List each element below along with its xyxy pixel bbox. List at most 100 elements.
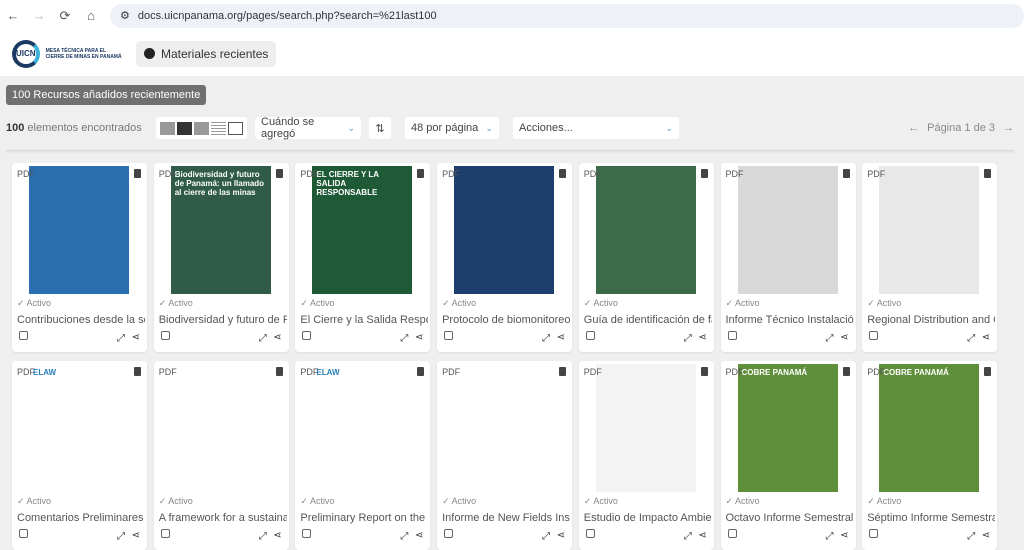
next-page-icon[interactable]: → [1003,122,1014,134]
map-view-icon[interactable] [228,121,243,135]
share-icon[interactable]: ⋖ [840,332,848,343]
resource-title[interactable]: Séptimo Informe Semestral [867,512,995,524]
small-thumbs-view-icon[interactable] [194,121,209,135]
resource-title[interactable]: El Cierre y la Salida Responsable [300,314,428,326]
resource-title[interactable]: A framework for a sustainable [159,512,287,524]
site-settings-icon[interactable]: ⚙ [120,9,130,22]
resource-thumbnail[interactable]: EL CIERRE Y LA SALIDA RESPONSABLE [312,166,413,294]
resource-card[interactable]: COBRE PANAMÁ PDF ✓ Activo Séptimo Inform… [862,361,998,550]
resource-card[interactable]: Biodiversidad y futuro de Panamá: un lla… [153,163,289,352]
resource-thumbnail[interactable]: COBRE PANAMÁ [737,364,838,492]
share-icon[interactable]: ⋖ [698,530,706,541]
resource-title[interactable]: Estudio de Impacto Ambiental [584,512,712,524]
address-bar[interactable]: ⚙ docs.uicnpanama.org/pages/search.php?se… [110,3,1024,28]
share-icon[interactable]: ⋖ [840,530,848,541]
select-checkbox[interactable] [302,331,312,340]
select-checkbox[interactable] [869,331,879,340]
resource-card[interactable]: EL CIERRE Y LA SALIDA RESPONSABLE PDF ✓ … [295,163,431,352]
sort-select[interactable]: Cuándo se agregó ⌄ [255,116,361,140]
resource-title[interactable]: Comentarios Preliminares [17,512,145,524]
resource-title[interactable]: Octavo Informe Semestral [726,512,854,524]
resource-title[interactable]: Regional Distribution and Causes [867,314,995,326]
resource-card[interactable]: ELAW PDF ✓ Activo Preliminary Report on … [295,361,431,550]
status-label: ✓ Activo [583,496,618,506]
resource-card[interactable]: ELAW PDF ✓ Activo Comentarios Preliminar… [12,361,147,550]
resource-thumbnail[interactable]: ELAW [312,364,413,492]
resource-card[interactable]: PDF ✓ Activo Contribuciones desde la soc… [12,163,147,352]
list-view-icon[interactable] [211,121,226,135]
file-type-label: PDF [158,367,177,377]
thumbs-view-icon[interactable] [177,121,192,135]
resource-title[interactable]: Biodiversidad y futuro de Panamá [159,314,287,326]
resource-thumbnail[interactable] [737,166,838,294]
select-checkbox[interactable] [727,331,737,340]
resource-thumbnail[interactable] [454,166,555,294]
resource-card[interactable]: PDF ✓ Activo Estudio de Impacto Ambienta… [578,361,714,550]
status-text: Activo [451,298,477,308]
file-type-label: PDF [583,367,602,377]
resource-card[interactable]: PDF ✓ Activo Informe Técnico Instalación… [720,163,856,352]
share-icon[interactable]: ⋖ [415,332,423,343]
reload-icon[interactable]: ⟳ [58,8,72,24]
expand-icon[interactable]: ⤢ [967,333,975,344]
resource-thumbnail[interactable] [595,166,696,294]
share-icon[interactable]: ⋖ [557,332,565,343]
select-checkbox[interactable] [444,331,454,340]
expand-icon[interactable]: ⤢ [117,333,125,344]
resource-card[interactable]: PDF ✓ Activo Informe de New Fields Inspe… [437,361,573,550]
resource-title[interactable]: Guía de identificación de familias [584,314,712,326]
actions-select[interactable]: Acciones... ⌄ [513,117,679,139]
share-icon[interactable]: ⋖ [982,530,990,541]
expand-icon[interactable]: ⤢ [826,333,834,344]
status-label: ✓ Activo [442,496,477,506]
forward-icon[interactable]: → [32,8,46,23]
resource-thumbnail[interactable] [29,166,129,294]
share-icon[interactable]: ⋖ [982,332,990,343]
resource-card[interactable]: PDF ✓ Activo A framework for a sustainab… [153,361,289,550]
share-icon[interactable]: ⋖ [415,530,423,541]
site-header: UICN MESA TÉCNICA PARA EL CIERRE DE MINA… [0,31,1024,76]
expand-icon[interactable]: ⤢ [542,333,550,344]
select-checkbox[interactable] [19,331,28,340]
resource-card[interactable]: PDF ✓ Activo Guía de identificación de f… [578,163,714,352]
uicn-logo[interactable]: UICN MESA TÉCNICA PARA EL CIERRE DE MINA… [12,39,124,68]
home-icon[interactable]: ⌂ [84,8,98,23]
resource-card[interactable]: PDF ✓ Activo Protocolo de biomonitoreo ⤢… [437,163,573,352]
resource-thumbnail[interactable] [170,364,271,492]
expand-icon[interactable]: ⤢ [684,333,692,344]
back-icon[interactable]: ← [6,8,20,23]
file-type-label: PDF [17,169,35,179]
resource-card[interactable]: COBRE PANAMÁ PDF ✓ Activo Octavo Informe… [720,361,856,550]
sort-value: Cuándo se agregó [261,116,315,140]
recent-materials-button[interactable]: Materiales recientes [136,40,277,67]
file-icon [842,367,850,376]
chevron-down-icon: ⌄ [347,122,355,133]
resource-thumbnail[interactable]: COBRE PANAMÁ [879,364,980,492]
resource-title[interactable]: Preliminary Report on the [300,512,428,524]
resource-title[interactable]: Informe Técnico Instalación [726,314,854,326]
select-checkbox[interactable] [585,331,595,340]
file-icon [984,367,992,376]
prev-page-icon[interactable]: ← [908,122,919,134]
expand-icon[interactable]: ⤢ [259,333,267,344]
share-icon[interactable]: ⋖ [557,530,565,541]
resource-thumbnail[interactable]: Biodiversidad y futuro de Panamá: un lla… [170,166,271,294]
resource-title[interactable]: Contribuciones desde la sociedad [17,314,145,326]
resource-title[interactable]: Informe de New Fields Inspección [442,512,570,524]
select-checkbox[interactable] [160,331,170,340]
per-page-select[interactable]: 48 por página ⌄ [405,117,499,139]
resource-thumbnail[interactable] [595,364,696,492]
share-icon[interactable]: ⋖ [698,332,706,343]
resource-thumbnail[interactable] [879,166,980,294]
share-icon[interactable]: ⋖ [132,332,140,343]
large-thumbs-view-icon[interactable] [160,121,175,135]
share-icon[interactable]: ⋖ [273,530,281,541]
resource-thumbnail[interactable]: ELAW [29,364,129,492]
share-icon[interactable]: ⋖ [132,530,140,541]
resource-thumbnail[interactable] [454,364,555,492]
resource-title[interactable]: Protocolo de biomonitoreo [442,314,570,326]
expand-icon[interactable]: ⤢ [400,333,408,344]
share-icon[interactable]: ⋖ [273,332,281,343]
resource-card[interactable]: PDF ✓ Activo Regional Distribution and C… [862,163,998,352]
sort-direction-button[interactable]: ⇅ [369,117,391,139]
